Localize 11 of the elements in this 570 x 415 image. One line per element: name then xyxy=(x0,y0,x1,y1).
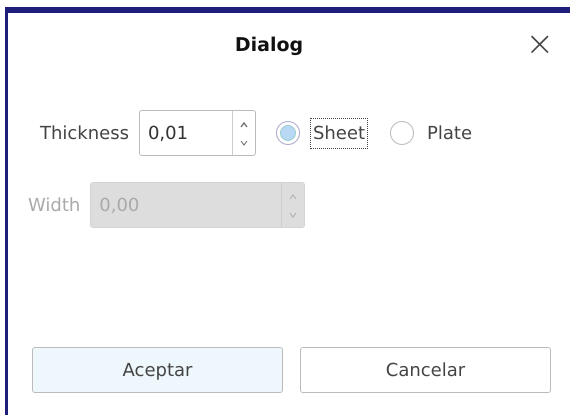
field-label: Width xyxy=(28,194,80,216)
cancel-button[interactable]: Cancelar xyxy=(300,347,551,393)
option-label[interactable]: Plate xyxy=(424,118,476,148)
accept-button[interactable]: Aceptar xyxy=(32,347,283,393)
close-button[interactable]: × xyxy=(522,27,558,61)
spin-box[interactable]: 0,01 xyxy=(138,110,256,156)
field-label: Thickness xyxy=(40,122,129,144)
window-title: Dialog xyxy=(234,34,304,56)
radio-button[interactable] xyxy=(276,121,300,145)
option-label[interactable]: Sheet xyxy=(310,118,368,148)
radio-button[interactable] xyxy=(390,121,414,145)
